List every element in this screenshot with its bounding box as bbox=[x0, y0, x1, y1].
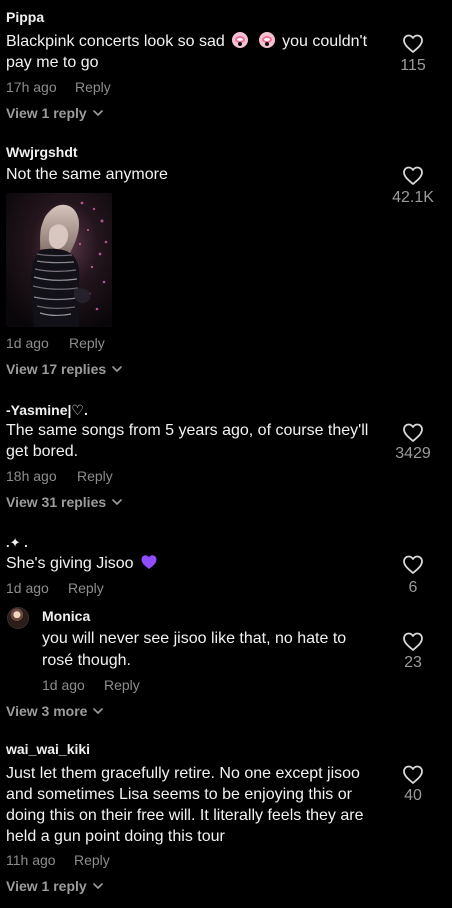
reply-button[interactable]: Reply bbox=[77, 467, 113, 485]
avatar[interactable] bbox=[7, 607, 29, 629]
reply-button[interactable]: Reply bbox=[68, 579, 104, 597]
comment-text-line-4: held a gun point doing this tour bbox=[6, 828, 225, 845]
like-count: 3429 bbox=[395, 445, 431, 462]
like-count: 42.1K bbox=[392, 189, 434, 206]
screaming-face-emoji bbox=[232, 32, 249, 48]
comment-image[interactable] bbox=[6, 193, 112, 327]
comment-text-line-2: pay me to go bbox=[6, 54, 99, 71]
reply-text-line-1: you will never see jisoo like that, no h… bbox=[42, 630, 347, 647]
chevron-down-icon bbox=[112, 366, 122, 372]
screaming-face-emoji bbox=[258, 32, 275, 48]
reply-button[interactable]: Reply bbox=[69, 334, 105, 352]
view-replies-label: View 17 replies bbox=[6, 361, 107, 377]
comment-text-main: She's giving Jisoo bbox=[6, 555, 134, 572]
heart-outline-icon[interactable] bbox=[401, 763, 425, 785]
like-count: 115 bbox=[400, 57, 426, 74]
comment-text: She's giving Jisoo bbox=[6, 553, 158, 574]
comment-text-line-3: doing this on their free will. It litera… bbox=[6, 807, 364, 824]
heart-outline-icon[interactable] bbox=[401, 32, 425, 54]
comment-username-wai-wai-kiki[interactable]: wai_wai_kiki bbox=[6, 741, 90, 757]
comment-text-line-1: The same songs from 5 years ago, of cour… bbox=[6, 422, 369, 439]
comment-username-sparkle[interactable]: .✦ . bbox=[6, 535, 28, 551]
heart-outline-icon[interactable] bbox=[401, 630, 425, 652]
comment-text-part-1: Blackpink concerts look so sad bbox=[6, 33, 225, 50]
chevron-down-icon bbox=[92, 883, 103, 889]
chevron-down-icon bbox=[112, 499, 122, 505]
comment-username-yasmine[interactable]: -Yasmine|♡. bbox=[6, 402, 88, 418]
reply-button[interactable]: Reply bbox=[104, 676, 140, 694]
comment-username-pippa[interactable]: Pippa bbox=[6, 9, 44, 25]
view-replies-button[interactable]: View 17 replies bbox=[6, 360, 122, 378]
comment-text-line-2: get bored. bbox=[6, 443, 79, 460]
view-replies-label: View 31 replies bbox=[6, 494, 107, 510]
comment-text-line-1: Blackpink concerts look so sad you could… bbox=[6, 31, 367, 52]
like-count: 6 bbox=[408, 579, 418, 596]
comment-text: Not the same anymore bbox=[6, 166, 168, 183]
reply-text-line-2: rosé though. bbox=[42, 652, 131, 669]
comment-time: 1d ago bbox=[6, 580, 49, 596]
view-more-button[interactable]: View 3 more bbox=[6, 702, 104, 720]
comment-image-graphic bbox=[6, 193, 112, 327]
view-replies-label: View 1 reply bbox=[6, 105, 87, 121]
reply-time: 1d ago bbox=[42, 677, 85, 693]
reply-button[interactable]: Reply bbox=[75, 78, 111, 96]
chevron-down-icon bbox=[92, 110, 103, 116]
view-replies-button[interactable]: View 1 reply bbox=[6, 104, 103, 122]
comment-time: 18h ago bbox=[6, 468, 57, 484]
reply-username-monica[interactable]: Monica bbox=[42, 608, 90, 624]
comment-text-part-2: you couldn't bbox=[282, 33, 368, 50]
comment-username-wwjrgshdt[interactable]: Wwjrgshdt bbox=[6, 144, 78, 160]
comment-time: 17h ago bbox=[6, 79, 57, 95]
comments-screen: Pippa Blackpink concerts look so sad you… bbox=[0, 0, 452, 908]
comment-time: 11h ago bbox=[6, 852, 56, 868]
like-count: 40 bbox=[404, 787, 422, 804]
comment-time: 1d ago bbox=[6, 335, 49, 351]
like-count: 23 bbox=[404, 654, 422, 671]
view-replies-label: View 1 reply bbox=[6, 878, 87, 894]
reply-button[interactable]: Reply bbox=[74, 851, 110, 869]
view-replies-button[interactable]: View 1 reply bbox=[6, 877, 103, 895]
heart-outline-icon[interactable] bbox=[401, 553, 425, 575]
comment-text-line-2: and sometimes Lisa seems to be enjoying … bbox=[6, 786, 352, 803]
chevron-down-icon bbox=[93, 708, 104, 714]
purple-heart-emoji bbox=[141, 555, 157, 569]
view-replies-button[interactable]: View 31 replies bbox=[6, 493, 122, 511]
heart-outline-icon[interactable] bbox=[401, 164, 425, 186]
comment-text-line-1: Just let them gracefully retire. No one … bbox=[6, 765, 360, 782]
view-more-label: View 3 more bbox=[6, 703, 88, 719]
heart-outline-icon[interactable] bbox=[401, 421, 425, 443]
